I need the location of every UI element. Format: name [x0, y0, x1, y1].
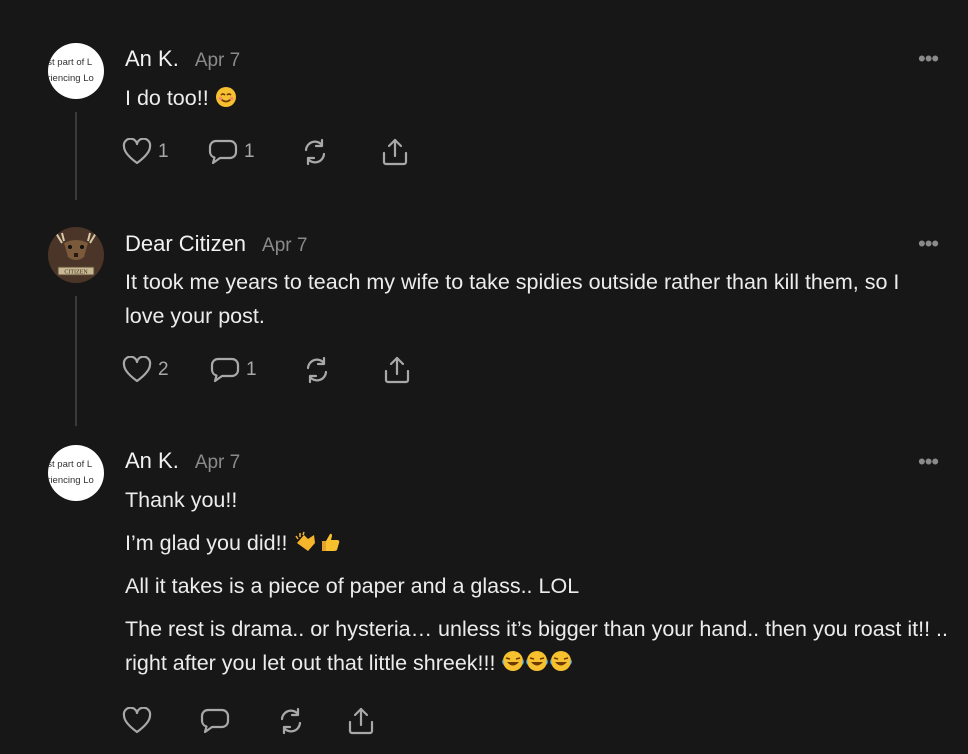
more-icon[interactable]: •••	[918, 48, 939, 70]
comment-date[interactable]: Apr 7	[195, 50, 240, 72]
avatar-text: est part of L	[48, 459, 93, 470]
comment-actions: 2 1	[122, 355, 412, 385]
share-icon	[382, 138, 408, 166]
comment-text: All it takes is a piece of paper and a g…	[125, 574, 580, 598]
comment-header: An K. Apr 7	[125, 448, 240, 474]
heart-icon	[122, 356, 152, 383]
thumbs-up-emoji-icon	[321, 533, 339, 551]
restack-button[interactable]	[302, 355, 382, 385]
comment-icon	[208, 139, 238, 165]
reply-count: 1	[246, 359, 257, 380]
comment-date[interactable]: Apr 7	[262, 235, 307, 257]
comment-text: The rest is drama.. or hysteria… unless …	[125, 612, 955, 680]
comment-text-content: I do too!!	[125, 86, 209, 110]
comment-body: I do too!!	[125, 81, 955, 115]
avatar-label: CITIZEN	[64, 270, 88, 276]
share-button[interactable]	[380, 137, 410, 167]
share-button[interactable]	[346, 706, 376, 736]
smile-emoji-icon	[215, 87, 236, 107]
reply-count: 1	[244, 141, 255, 162]
share-button[interactable]	[382, 355, 412, 385]
share-icon	[348, 707, 374, 735]
thread-line	[75, 112, 77, 200]
comment-text: I’m glad you did!!	[125, 526, 955, 560]
share-icon	[384, 356, 410, 384]
comment-icon	[200, 708, 230, 734]
comment-date[interactable]: Apr 7	[195, 452, 240, 474]
avatar-text: eriencing Lo	[48, 475, 94, 486]
reply-button[interactable]: 1	[208, 138, 300, 166]
reply-button[interactable]	[200, 707, 276, 735]
avatar[interactable]: est part of L eriencing Lo	[48, 445, 104, 501]
avatar[interactable]: CITIZEN	[48, 227, 104, 283]
comment-header: An K. Apr 7	[125, 46, 240, 72]
restack-icon	[306, 356, 328, 384]
more-icon[interactable]: •••	[918, 233, 939, 255]
author-name[interactable]: Dear Citizen	[125, 231, 246, 257]
restack-button[interactable]	[276, 706, 346, 736]
deer-logo-image: CITIZEN	[48, 227, 104, 283]
like-count: 2	[158, 359, 169, 380]
like-button[interactable]	[122, 707, 200, 735]
comment-header: Dear Citizen Apr 7	[125, 231, 307, 257]
heart-icon	[122, 138, 152, 165]
more-icon[interactable]: •••	[918, 451, 939, 473]
comment-actions: 1 1	[122, 137, 410, 167]
like-button[interactable]: 2	[122, 356, 210, 384]
author-name[interactable]: An K.	[125, 46, 179, 72]
restack-icon	[280, 707, 302, 735]
thread-line	[75, 296, 77, 426]
comment-actions	[122, 706, 376, 736]
restack-button[interactable]	[300, 137, 380, 167]
comment-body: Thank you!! I’m glad you did!! All it ta…	[125, 483, 955, 680]
like-count: 1	[158, 141, 169, 162]
avatar[interactable]: est part of L eriencing Lo	[48, 43, 104, 99]
comment-text: I do too!!	[125, 81, 955, 115]
reply-button[interactable]: 1	[210, 356, 302, 384]
restack-icon	[304, 138, 326, 166]
heart-icon	[122, 707, 152, 734]
author-name[interactable]: An K.	[125, 448, 179, 474]
like-button[interactable]: 1	[122, 138, 208, 166]
comment-text-content: I’m glad you did!!	[125, 531, 288, 555]
avatar-text: eriencing Lo	[48, 73, 94, 84]
comment-text: Thank you!!	[125, 488, 238, 512]
comment-body: It took me years to teach my wife to tak…	[125, 265, 925, 333]
comment-text: It took me years to teach my wife to tak…	[125, 270, 900, 328]
laughing-tears-emoji-icon	[502, 651, 573, 671]
clapping-hands-emoji-icon	[294, 531, 315, 551]
comment-icon	[210, 357, 240, 383]
avatar-text: est part of L	[48, 57, 93, 68]
